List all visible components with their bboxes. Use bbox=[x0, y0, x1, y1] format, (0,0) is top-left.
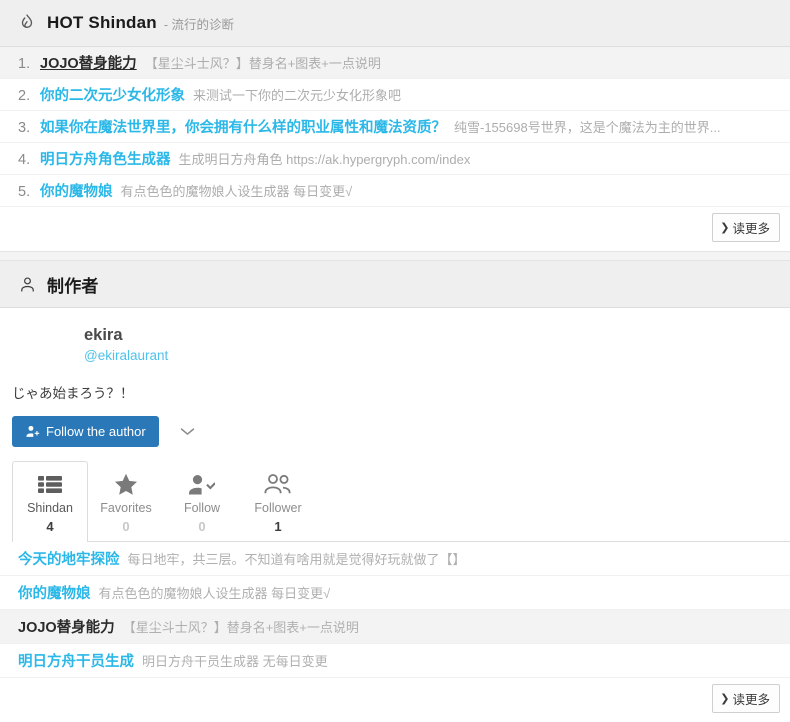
author-read-more-button[interactable]: ❯ 读更多 bbox=[712, 684, 780, 713]
hot-shindan-item-title[interactable]: 你的魔物娘 bbox=[40, 180, 113, 201]
author-shindan-item[interactable]: JOJO替身能力【星尘斗士风？】替身名+图表+一点说明 bbox=[0, 610, 790, 644]
stat-tab-count: 0 bbox=[89, 519, 163, 534]
author-bio: じゃあ始まろう？！ bbox=[0, 378, 790, 404]
rank-number: 5. bbox=[18, 184, 40, 200]
stat-tab-count: 4 bbox=[13, 519, 87, 534]
follow-author-button[interactable]: Follow the author bbox=[12, 416, 159, 447]
user-plus-icon bbox=[25, 424, 40, 439]
hot-shindan-item-desc: 【星尘斗士风？】替身名+图表+一点说明 bbox=[145, 53, 381, 72]
hot-shindan-item-desc: 有点色色的魔物娘人设生成器 每日变更√ bbox=[121, 181, 353, 200]
author-name-block: ekira @ekiralaurant bbox=[72, 322, 168, 378]
author-shindan-item-desc: 【星尘斗士风？】替身名+图表+一点说明 bbox=[123, 617, 359, 636]
user-check-icon bbox=[165, 471, 239, 497]
page-root: HOT Shindan - 流行的诊断 1.JOJO替身能力【星尘斗士风？】替身… bbox=[0, 0, 790, 722]
rank-number: 2. bbox=[18, 88, 40, 104]
author-actions: Follow the author bbox=[0, 404, 790, 447]
stat-tab-label: Follow bbox=[165, 501, 239, 515]
author-shindan-item-desc: 明日方舟干员生成器 无每日变更 bbox=[142, 651, 328, 670]
author-shindan-item[interactable]: 今天的地牢探险每日地牢，共三层。不知道有啥用就是觉得好玩就做了【】 bbox=[0, 542, 790, 576]
rank-number: 3. bbox=[18, 120, 40, 136]
stat-tab-label: Follower bbox=[241, 501, 315, 515]
users-icon bbox=[241, 471, 315, 497]
user-icon bbox=[16, 273, 38, 295]
author-header-title: 制作者 bbox=[47, 272, 99, 297]
stat-tab-label: Shindan bbox=[13, 501, 87, 515]
author-shindan-item-desc: 每日地牢，共三层。不知道有啥用就是觉得好玩就做了【】 bbox=[128, 549, 466, 568]
hot-shindan-item[interactable]: 2.你的二次元少女化形象来测试一下你的二次元少女化形象吧 bbox=[0, 79, 790, 111]
author-shindan-item[interactable]: 你的魔物娘有点色色的魔物娘人设生成器 每日变更√ bbox=[0, 576, 790, 610]
author-shindan-item-desc: 有点色色的魔物娘人设生成器 每日变更√ bbox=[99, 583, 331, 602]
hot-read-more-row: ❯ 读更多 bbox=[0, 207, 790, 251]
rank-number: 1. bbox=[18, 56, 40, 72]
hot-shindan-item-title[interactable]: JOJO替身能力 bbox=[40, 52, 137, 73]
author-shindan-item[interactable]: 明日方舟干员生成明日方舟干员生成器 无每日变更 bbox=[0, 644, 790, 678]
hot-read-more-button[interactable]: ❯ 读更多 bbox=[712, 213, 780, 242]
chevron-down-icon[interactable] bbox=[173, 424, 202, 439]
author-shindan-list: 今天的地牢探险每日地牢，共三层。不知道有啥用就是觉得好玩就做了【】你的魔物娘有点… bbox=[0, 542, 790, 678]
stat-tab-follower[interactable]: Follower 1 bbox=[240, 461, 316, 541]
stat-tab-shindan[interactable]: Shindan 4 bbox=[12, 461, 88, 542]
hot-shindan-item[interactable]: 1.JOJO替身能力【星尘斗士风？】替身名+图表+一点说明 bbox=[0, 47, 790, 79]
stat-tab-count: 0 bbox=[165, 519, 239, 534]
hot-shindan-item-desc: 纯雪-155698号世界，这是个魔法为主的世界... bbox=[454, 117, 721, 136]
author-read-more-label: 读更多 bbox=[732, 689, 770, 708]
author-display-name: ekira bbox=[84, 325, 168, 345]
author-shindan-item-title[interactable]: JOJO替身能力 bbox=[18, 616, 115, 637]
follow-author-label: Follow the author bbox=[46, 424, 146, 439]
avatar[interactable] bbox=[16, 322, 72, 378]
stat-tab-label: Favorites bbox=[89, 501, 163, 515]
author-stat-tabs: Shindan4Favorites0Follow0Follower1 bbox=[12, 461, 790, 542]
stat-tab-favorites[interactable]: Favorites 0 bbox=[88, 461, 164, 541]
author-handle-link[interactable]: @ekiralaurant bbox=[84, 345, 168, 367]
hot-shindan-subtitle: - 流行的诊断 bbox=[164, 14, 234, 33]
hot-shindan-item-title[interactable]: 如果你在魔法世界里，你会拥有什么样的职业属性和魔法资质？ bbox=[40, 116, 446, 137]
star-icon bbox=[89, 471, 163, 497]
hot-shindan-item-desc: 来测试一下你的二次元少女化形象吧 bbox=[193, 85, 401, 104]
hot-shindan-item[interactable]: 5.你的魔物娘有点色色的魔物娘人设生成器 每日变更√ bbox=[0, 175, 790, 207]
author-read-more-row: ❯ 读更多 bbox=[0, 678, 790, 722]
author-header: 制作者 bbox=[0, 261, 790, 308]
chevron-right-icon: ❯ bbox=[720, 221, 729, 234]
stat-tab-follow[interactable]: Follow 0 bbox=[164, 461, 240, 541]
author-shindan-item-title[interactable]: 明日方舟干员生成 bbox=[18, 650, 134, 671]
author-card: ekira @ekiralaurant じゃあ始まろう？！ Follow the… bbox=[0, 308, 790, 722]
author-shindan-item-title[interactable]: 你的魔物娘 bbox=[18, 582, 91, 603]
hot-shindan-item-title[interactable]: 你的二次元少女化形象 bbox=[40, 84, 185, 105]
author-shindan-item-title[interactable]: 今天的地牢探险 bbox=[18, 548, 120, 569]
section-divider-1 bbox=[0, 251, 790, 261]
chevron-right-icon: ❯ bbox=[720, 692, 729, 705]
hot-shindan-item[interactable]: 3.如果你在魔法世界里，你会拥有什么样的职业属性和魔法资质？ 纯雪-155698号… bbox=[0, 111, 790, 143]
hot-shindan-header: HOT Shindan - 流行的诊断 bbox=[0, 0, 790, 47]
hot-shindan-item-title[interactable]: 明日方舟角色生成器 bbox=[40, 148, 171, 169]
hot-shindan-item[interactable]: 4.明日方舟角色生成器生成明日方舟角色 https://ak.hypergryp… bbox=[0, 143, 790, 175]
rank-number: 4. bbox=[18, 152, 40, 168]
hot-shindan-list: 1.JOJO替身能力【星尘斗士风？】替身名+图表+一点说明2.你的二次元少女化形… bbox=[0, 47, 790, 207]
hot-shindan-title: HOT Shindan bbox=[47, 13, 157, 33]
flame-icon bbox=[16, 12, 38, 34]
list-icon bbox=[13, 471, 87, 497]
hot-shindan-item-desc: 生成明日方舟角色 https://ak.hypergryph.com/index bbox=[179, 149, 471, 168]
author-identity: ekira @ekiralaurant bbox=[0, 308, 790, 378]
hot-read-more-label: 读更多 bbox=[732, 218, 770, 237]
stat-tab-count: 1 bbox=[241, 519, 315, 534]
